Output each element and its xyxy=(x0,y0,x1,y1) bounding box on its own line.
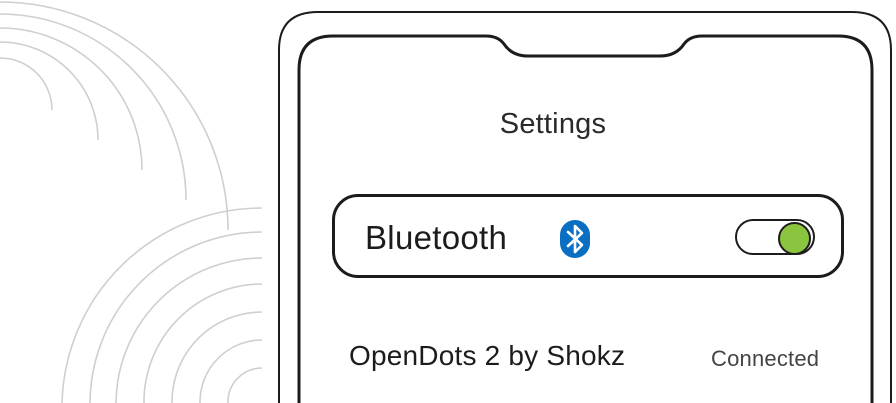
bluetooth-icon xyxy=(560,220,590,258)
signal-waves-decoration xyxy=(0,1,263,403)
bluetooth-setting-row[interactable]: Bluetooth xyxy=(332,194,844,278)
toggle-knob xyxy=(778,222,811,255)
device-status: Connected xyxy=(711,346,820,371)
bluetooth-label: Bluetooth xyxy=(365,219,508,256)
bluetooth-toggle[interactable] xyxy=(735,219,815,255)
device-name: OpenDots 2 by Shokz xyxy=(349,340,626,371)
page-title: Settings xyxy=(499,108,607,140)
